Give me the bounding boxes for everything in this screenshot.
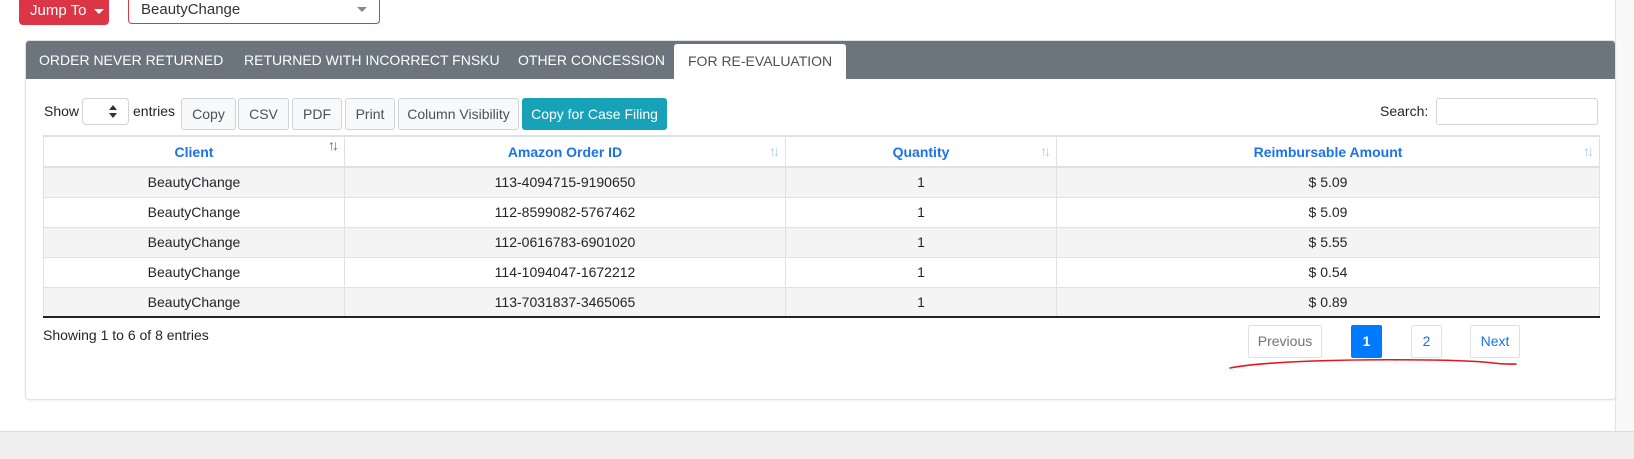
csv-button[interactable]: CSV (238, 98, 289, 130)
client-select[interactable]: BeautyChange (128, 0, 380, 24)
table-header-row: Client ↑↓ Amazon Order ID ↑↓ Quantity ↑↓… (43, 135, 1600, 168)
show-label: Show (44, 103, 80, 119)
copy-for-case-filing-button[interactable]: Copy for Case Filing (522, 98, 667, 130)
column-header-amazon-order-id[interactable]: Amazon Order ID ↑↓ (344, 135, 786, 168)
tab-bar: ORDER NEVER RETURNED RETURNED WITH INCOR… (26, 41, 1615, 80)
page-length-select[interactable] (82, 98, 129, 125)
column-header-client[interactable]: Client ↑↓ (43, 135, 345, 168)
data-table: Client ↑↓ Amazon Order ID ↑↓ Quantity ↑↓… (43, 135, 1600, 318)
page-edge (1615, 0, 1634, 431)
tab-returned-incorrect-fnsku[interactable]: RETURNED WITH INCORRECT FNSKU (244, 41, 500, 79)
sort-icon: ↑↓ (1040, 143, 1051, 159)
column-header-reimbursable-amount[interactable]: Reimbursable Amount ↑↓ (1056, 135, 1600, 168)
jump-to-label: Jump To (30, 2, 87, 19)
copy-button[interactable]: Copy (181, 98, 236, 130)
cell-amount: $ 5.09 (1056, 196, 1600, 228)
cell-quantity: 1 (785, 256, 1057, 288)
sort-icon: ↑↓ (769, 143, 780, 159)
cell-client: BeautyChange (43, 256, 345, 288)
red-underline-annotation (1229, 358, 1517, 369)
cell-quantity: 1 (785, 226, 1057, 258)
cell-order-id: 112-8599082-5767462 (344, 196, 786, 228)
client-select-value: BeautyChange (141, 1, 241, 18)
search-label: Search: (1380, 103, 1429, 119)
cell-order-id: 114-1094047-1672212 (344, 256, 786, 288)
chevron-down-icon (357, 7, 367, 12)
table-info: Showing 1 to 6 of 8 entries (43, 327, 209, 343)
pagination-previous[interactable]: Previous (1248, 325, 1322, 358)
entries-label: entries (133, 103, 176, 119)
sort-asc-icon: ↑↓ (328, 137, 339, 153)
pagination-page-2[interactable]: 2 (1411, 325, 1442, 358)
column-header-quantity[interactable]: Quantity ↑↓ (785, 135, 1057, 168)
cell-amount: $ 0.89 (1056, 286, 1600, 318)
cell-amount: $ 0.54 (1056, 256, 1600, 288)
table-row: BeautyChange 113-4094715-9190650 1 $ 5.0… (43, 166, 1600, 198)
cell-quantity: 1 (785, 166, 1057, 198)
column-visibility-button[interactable]: Column Visibility (398, 98, 519, 130)
cell-amount: $ 5.09 (1056, 166, 1600, 198)
cell-order-id: 113-4094715-9190650 (344, 166, 786, 198)
tab-for-re-evaluation[interactable]: FOR RE-EVALUATION (674, 44, 847, 80)
cell-client: BeautyChange (43, 286, 345, 318)
cell-order-id: 113-7031837-3465065 (344, 286, 786, 318)
cell-quantity: 1 (785, 196, 1057, 228)
pdf-button[interactable]: PDF (292, 98, 342, 130)
cell-order-id: 112-0616783-6901020 (344, 226, 786, 258)
pagination-next[interactable]: Next (1470, 325, 1520, 358)
cell-quantity: 1 (785, 286, 1057, 318)
sort-updown-icon (109, 105, 117, 119)
pagination-page-1[interactable]: 1 (1351, 325, 1382, 358)
tab-order-never-returned[interactable]: ORDER NEVER RETURNED (39, 41, 223, 79)
table-row: BeautyChange 114-1094047-1672212 1 $ 0.5… (43, 256, 1600, 288)
report-card: ORDER NEVER RETURNED RETURNED WITH INCOR… (25, 40, 1616, 400)
table-row: BeautyChange 112-0616783-6901020 1 $ 5.5… (43, 226, 1600, 258)
print-button[interactable]: Print (345, 98, 395, 130)
caret-down-icon (94, 8, 105, 14)
tab-other-concession[interactable]: OTHER CONCESSION (518, 41, 665, 79)
page-footer-area (0, 431, 1634, 459)
table-row: BeautyChange 112-8599082-5767462 1 $ 5.0… (43, 196, 1600, 228)
cell-client: BeautyChange (43, 166, 345, 198)
sort-icon: ↑↓ (1583, 143, 1594, 159)
cell-client: BeautyChange (43, 226, 345, 258)
cell-client: BeautyChange (43, 196, 345, 228)
table-row: BeautyChange 113-7031837-3465065 1 $ 0.8… (43, 286, 1600, 318)
search-input[interactable] (1436, 98, 1598, 125)
cell-amount: $ 5.55 (1056, 226, 1600, 258)
jump-to-button[interactable]: Jump To (19, 0, 109, 25)
